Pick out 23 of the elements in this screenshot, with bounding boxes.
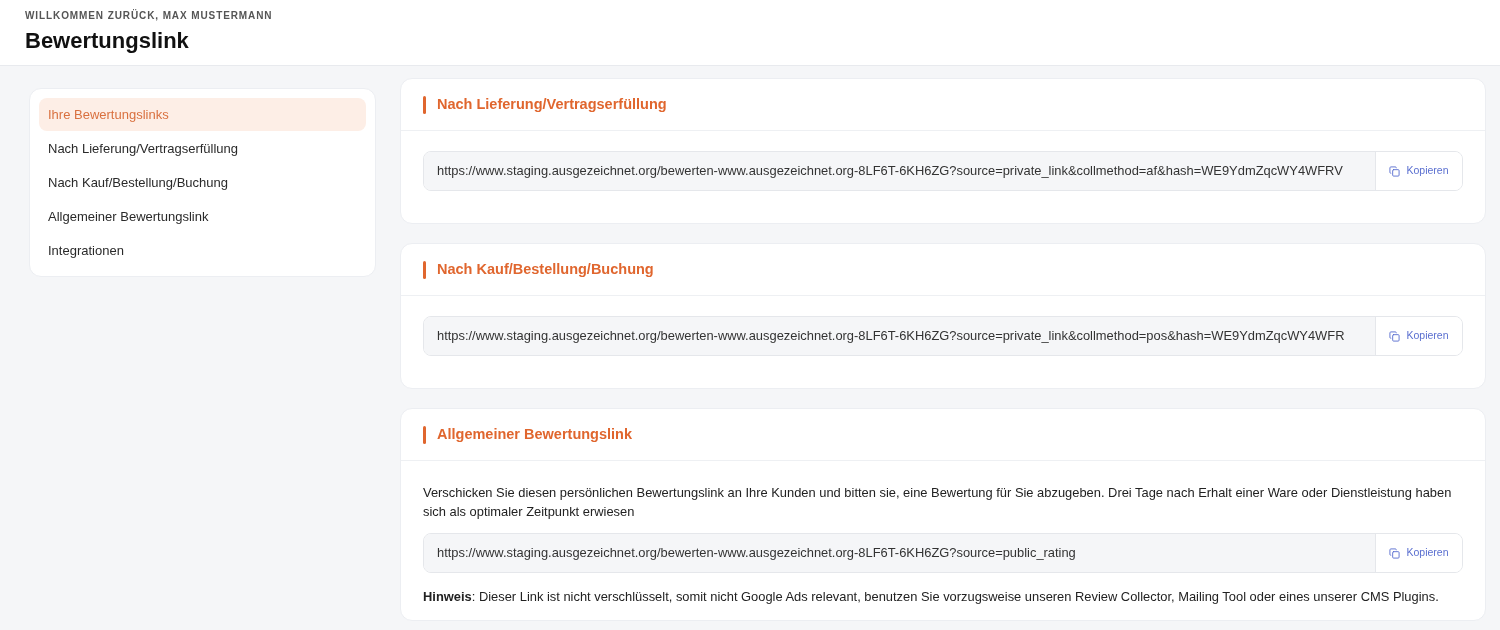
greeting: WILLKOMMEN ZURÜCK, MAX MUSTERMANN: [25, 8, 274, 23]
card-title: Nach Lieferung/Vertragserfüllung: [437, 94, 667, 114]
copy-icon: [1389, 547, 1401, 559]
copy-button[interactable]: Kopieren: [1375, 152, 1462, 190]
link-field[interactable]: https://www.staging.ausgezeichnet.org/bewerten-www.ausgezeichnet.org-8LF6T-6KH6ZG?source=private_link&collmethod=pos&hash=WE9YdmZqcWY4WFR: [424, 317, 1375, 355]
copy-button[interactable]: Kopieren: [1375, 534, 1462, 572]
page-title: Bewertungslink: [25, 27, 190, 55]
card-description: Verschicken Sie diesen persönlichen Bewertungslink an Ihre Kunden und bitten sie, eine Bewertung für Sie abzugeben. Drei Tage nach Erhalt einer Ware oder Dienstleistung haben sich als optimaler Zeitpunkt erwiesen: [423, 484, 1453, 521]
copy-icon: [1389, 330, 1401, 342]
link-field[interactable]: https://www.staging.ausgezeichnet.org/bewerten-www.ausgezeichnet.org-8LF6T-6KH6ZG?source=private_link&collmethod=af&hash=WE9YdmZqcWY4WFRV: [424, 152, 1375, 190]
card-note: Hinweis: Dieser Link ist nicht verschlüsselt, somit nicht Google Ads relevant, benutzen Sie vorzugsweise unseren Review Collector, Mailing Tool oder eines unserer CMS Plugins.: [423, 588, 1440, 606]
sidebar-item[interactable]: Nach Lieferung/Vertragserfüllung: [39, 132, 366, 165]
accent-bar: [423, 425, 426, 444]
card-title: Allgemeiner Bewertungslink: [437, 424, 632, 444]
sidebar-item[interactable]: Integrationen: [39, 234, 366, 267]
card-title: Nach Kauf/Bestellung/Buchung: [437, 259, 654, 279]
copy-icon: [1389, 165, 1401, 177]
sidebar-item[interactable]: Nach Kauf/Bestellung/Buchung: [39, 166, 366, 199]
copy-button[interactable]: Kopieren: [1375, 317, 1462, 355]
sidebar-item[interactable]: Allgemeiner Bewertungslink: [39, 200, 366, 233]
accent-bar: [423, 95, 426, 114]
link-field[interactable]: https://www.staging.ausgezeichnet.org/bewerten-www.ausgezeichnet.org-8LF6T-6KH6ZG?source=public_rating: [424, 534, 1375, 572]
accent-bar: [423, 260, 426, 279]
